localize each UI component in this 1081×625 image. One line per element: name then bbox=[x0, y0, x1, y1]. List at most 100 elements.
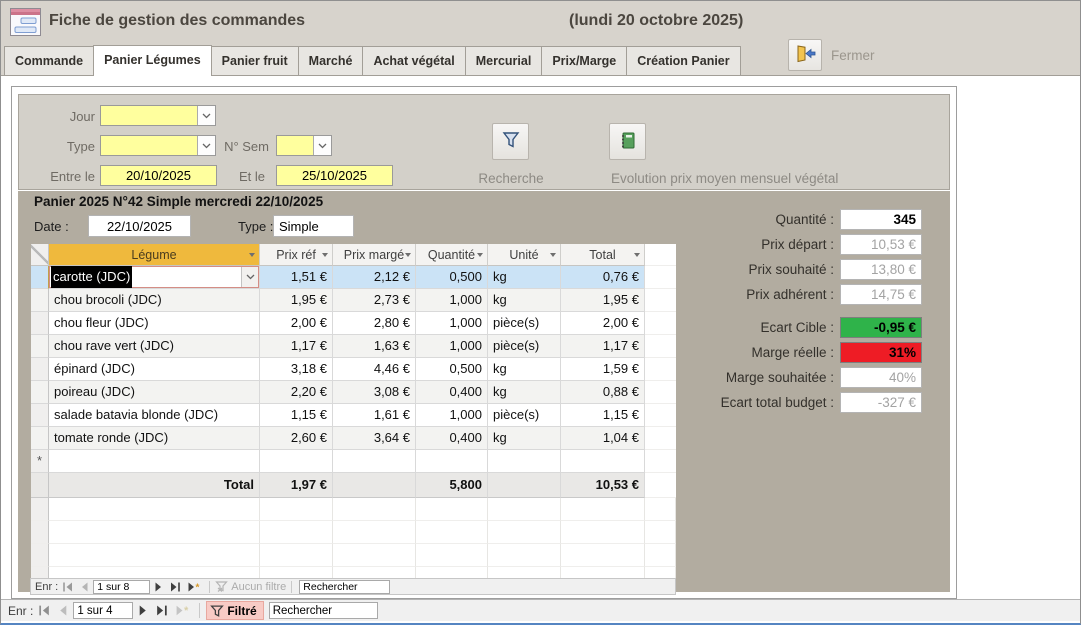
cell-prix-marg-[interactable]: 4,46 € bbox=[333, 358, 416, 381]
chevron-down-icon[interactable] bbox=[197, 106, 215, 125]
cell-prix-r-f[interactable]: 2,60 € bbox=[260, 427, 333, 450]
row-selector[interactable] bbox=[31, 312, 49, 335]
cell-unit-[interactable]: kg bbox=[488, 289, 561, 312]
cell-prix-marg-[interactable]: 2,12 € bbox=[333, 266, 416, 289]
row-selector[interactable] bbox=[31, 427, 49, 450]
cell-prix-marg-[interactable]: 1,63 € bbox=[333, 335, 416, 358]
recherche-button[interactable] bbox=[492, 123, 529, 160]
cell-prix-marg-[interactable]: 2,80 € bbox=[333, 312, 416, 335]
stat-value-ecart-total-budget[interactable]: -327 € bbox=[840, 392, 922, 413]
cell-l-gume[interactable]: chou fleur (JDC) bbox=[49, 312, 260, 335]
stat-value-prix-d-part[interactable]: 10,53 € bbox=[840, 234, 922, 255]
row-selector[interactable] bbox=[31, 381, 49, 404]
cell-quantit-[interactable]: 0,400 bbox=[416, 427, 488, 450]
cell-l-gume[interactable]: carotte (JDC) bbox=[49, 266, 260, 289]
column-header-quantit-[interactable]: Quantité bbox=[416, 244, 488, 266]
cell-prix-marg-[interactable]: 3,64 € bbox=[333, 427, 416, 450]
sort-dropdown-icon[interactable] bbox=[405, 253, 411, 257]
select-all-corner[interactable] bbox=[31, 244, 49, 266]
cell-l-gume[interactable]: chou brocoli (JDC) bbox=[49, 289, 260, 312]
date-panier-field[interactable] bbox=[88, 215, 191, 237]
empty-cell[interactable] bbox=[49, 450, 260, 473]
next-record-button[interactable] bbox=[136, 605, 150, 616]
cell-quantit-[interactable]: 1,000 bbox=[416, 335, 488, 358]
stat-value-ecart-cible[interactable]: -0,95 € bbox=[840, 317, 922, 338]
cell-prix-r-f[interactable]: 1,51 € bbox=[260, 266, 333, 289]
cell-unit-[interactable]: kg bbox=[488, 381, 561, 404]
row-selector[interactable] bbox=[31, 266, 49, 289]
tab-march-[interactable]: Marché bbox=[298, 46, 364, 75]
empty-cell[interactable] bbox=[416, 450, 488, 473]
date-fin-field[interactable] bbox=[276, 165, 393, 186]
cell-l-gume[interactable]: poireau (JDC) bbox=[49, 381, 260, 404]
tab-achat-v-g-tal[interactable]: Achat végétal bbox=[362, 46, 465, 75]
evolution-button[interactable] bbox=[609, 123, 646, 160]
column-header-l-gume[interactable]: Légume bbox=[49, 244, 260, 266]
type-panier-field[interactable] bbox=[273, 215, 354, 237]
cell-prix-marg-[interactable]: 2,73 € bbox=[333, 289, 416, 312]
chevron-down-icon[interactable] bbox=[197, 136, 215, 155]
cell-unit-[interactable]: kg bbox=[488, 266, 561, 289]
first-record-button[interactable] bbox=[36, 605, 53, 616]
last-record-button[interactable] bbox=[167, 582, 183, 592]
cell-prix-r-f[interactable]: 2,00 € bbox=[260, 312, 333, 335]
cell-unit-[interactable]: pièce(s) bbox=[488, 335, 561, 358]
cell-quantit-[interactable]: 0,500 bbox=[416, 358, 488, 381]
prev-record-button[interactable] bbox=[56, 605, 70, 616]
last-record-button[interactable] bbox=[153, 605, 170, 616]
tab-commande[interactable]: Commande bbox=[4, 46, 94, 75]
legume-combo-editor[interactable]: carotte (JDC) bbox=[49, 266, 259, 288]
tab-panier-fruit[interactable]: Panier fruit bbox=[211, 46, 299, 75]
cell-unit-[interactable]: pièce(s) bbox=[488, 312, 561, 335]
prev-record-button[interactable] bbox=[78, 582, 91, 592]
cell-quantit-[interactable]: 1,000 bbox=[416, 404, 488, 427]
record-position[interactable] bbox=[93, 580, 150, 594]
row-selector[interactable] bbox=[31, 289, 49, 312]
cell-unit-[interactable]: kg bbox=[488, 427, 561, 450]
no-filter-indicator[interactable]: Aucun filtre bbox=[215, 581, 286, 593]
cell-l-gume[interactable]: salade batavia blonde (JDC) bbox=[49, 404, 260, 427]
cell-quantit-[interactable]: 0,500 bbox=[416, 266, 488, 289]
sort-dropdown-icon[interactable] bbox=[634, 253, 640, 257]
row-selector[interactable] bbox=[31, 404, 49, 427]
subform-search-input[interactable] bbox=[299, 580, 390, 594]
empty-cell[interactable] bbox=[260, 450, 333, 473]
row-selector[interactable] bbox=[31, 358, 49, 381]
tab-mercurial[interactable]: Mercurial bbox=[465, 46, 543, 75]
stat-value-prix-adh-rent[interactable]: 14,75 € bbox=[840, 284, 922, 305]
sort-dropdown-icon[interactable] bbox=[550, 253, 556, 257]
chevron-down-icon[interactable] bbox=[313, 136, 331, 155]
column-header-unit-[interactable]: Unité bbox=[488, 244, 561, 266]
sort-dropdown-icon[interactable] bbox=[249, 253, 255, 257]
row-selector[interactable] bbox=[31, 335, 49, 358]
cell-prix-marg-[interactable]: 3,08 € bbox=[333, 381, 416, 404]
stat-value-quantit[interactable]: 345 bbox=[840, 209, 922, 230]
cell-l-gume[interactable]: épinard (JDC) bbox=[49, 358, 260, 381]
empty-cell[interactable] bbox=[333, 450, 416, 473]
empty-cell[interactable] bbox=[488, 450, 561, 473]
cell-l-gume[interactable]: tomate ronde (JDC) bbox=[49, 427, 260, 450]
column-header-prix-r-f[interactable]: Prix réf bbox=[260, 244, 333, 266]
cell-quantit-[interactable]: 0,400 bbox=[416, 381, 488, 404]
cell-unit-[interactable]: pièce(s) bbox=[488, 404, 561, 427]
tab-prix-marge[interactable]: Prix/Marge bbox=[541, 46, 627, 75]
filtered-indicator[interactable]: Filtré bbox=[206, 601, 263, 620]
semaine-combobox[interactable] bbox=[276, 135, 332, 156]
type-combobox[interactable] bbox=[100, 135, 216, 156]
date-debut-field[interactable] bbox=[100, 165, 217, 186]
cell-prix-r-f[interactable]: 1,17 € bbox=[260, 335, 333, 358]
cell-prix-marg-[interactable]: 1,61 € bbox=[333, 404, 416, 427]
cell-prix-r-f[interactable]: 1,15 € bbox=[260, 404, 333, 427]
cell-prix-r-f[interactable]: 2,20 € bbox=[260, 381, 333, 404]
tab-cr-ation-panier[interactable]: Création Panier bbox=[626, 46, 740, 75]
cell-unit-[interactable]: kg bbox=[488, 358, 561, 381]
stat-value-marge-souhait-e[interactable]: 40% bbox=[840, 367, 922, 388]
sort-dropdown-icon[interactable] bbox=[477, 253, 483, 257]
new-record-button[interactable]: * bbox=[185, 582, 204, 592]
tab-panier-l-gumes[interactable]: Panier Légumes bbox=[93, 45, 212, 76]
chevron-down-icon[interactable] bbox=[241, 267, 258, 287]
sort-dropdown-icon[interactable] bbox=[322, 253, 328, 257]
fermer-button[interactable] bbox=[788, 39, 822, 71]
record-position[interactable] bbox=[73, 602, 133, 619]
column-header-prix-marg-[interactable]: Prix margé bbox=[333, 244, 416, 266]
